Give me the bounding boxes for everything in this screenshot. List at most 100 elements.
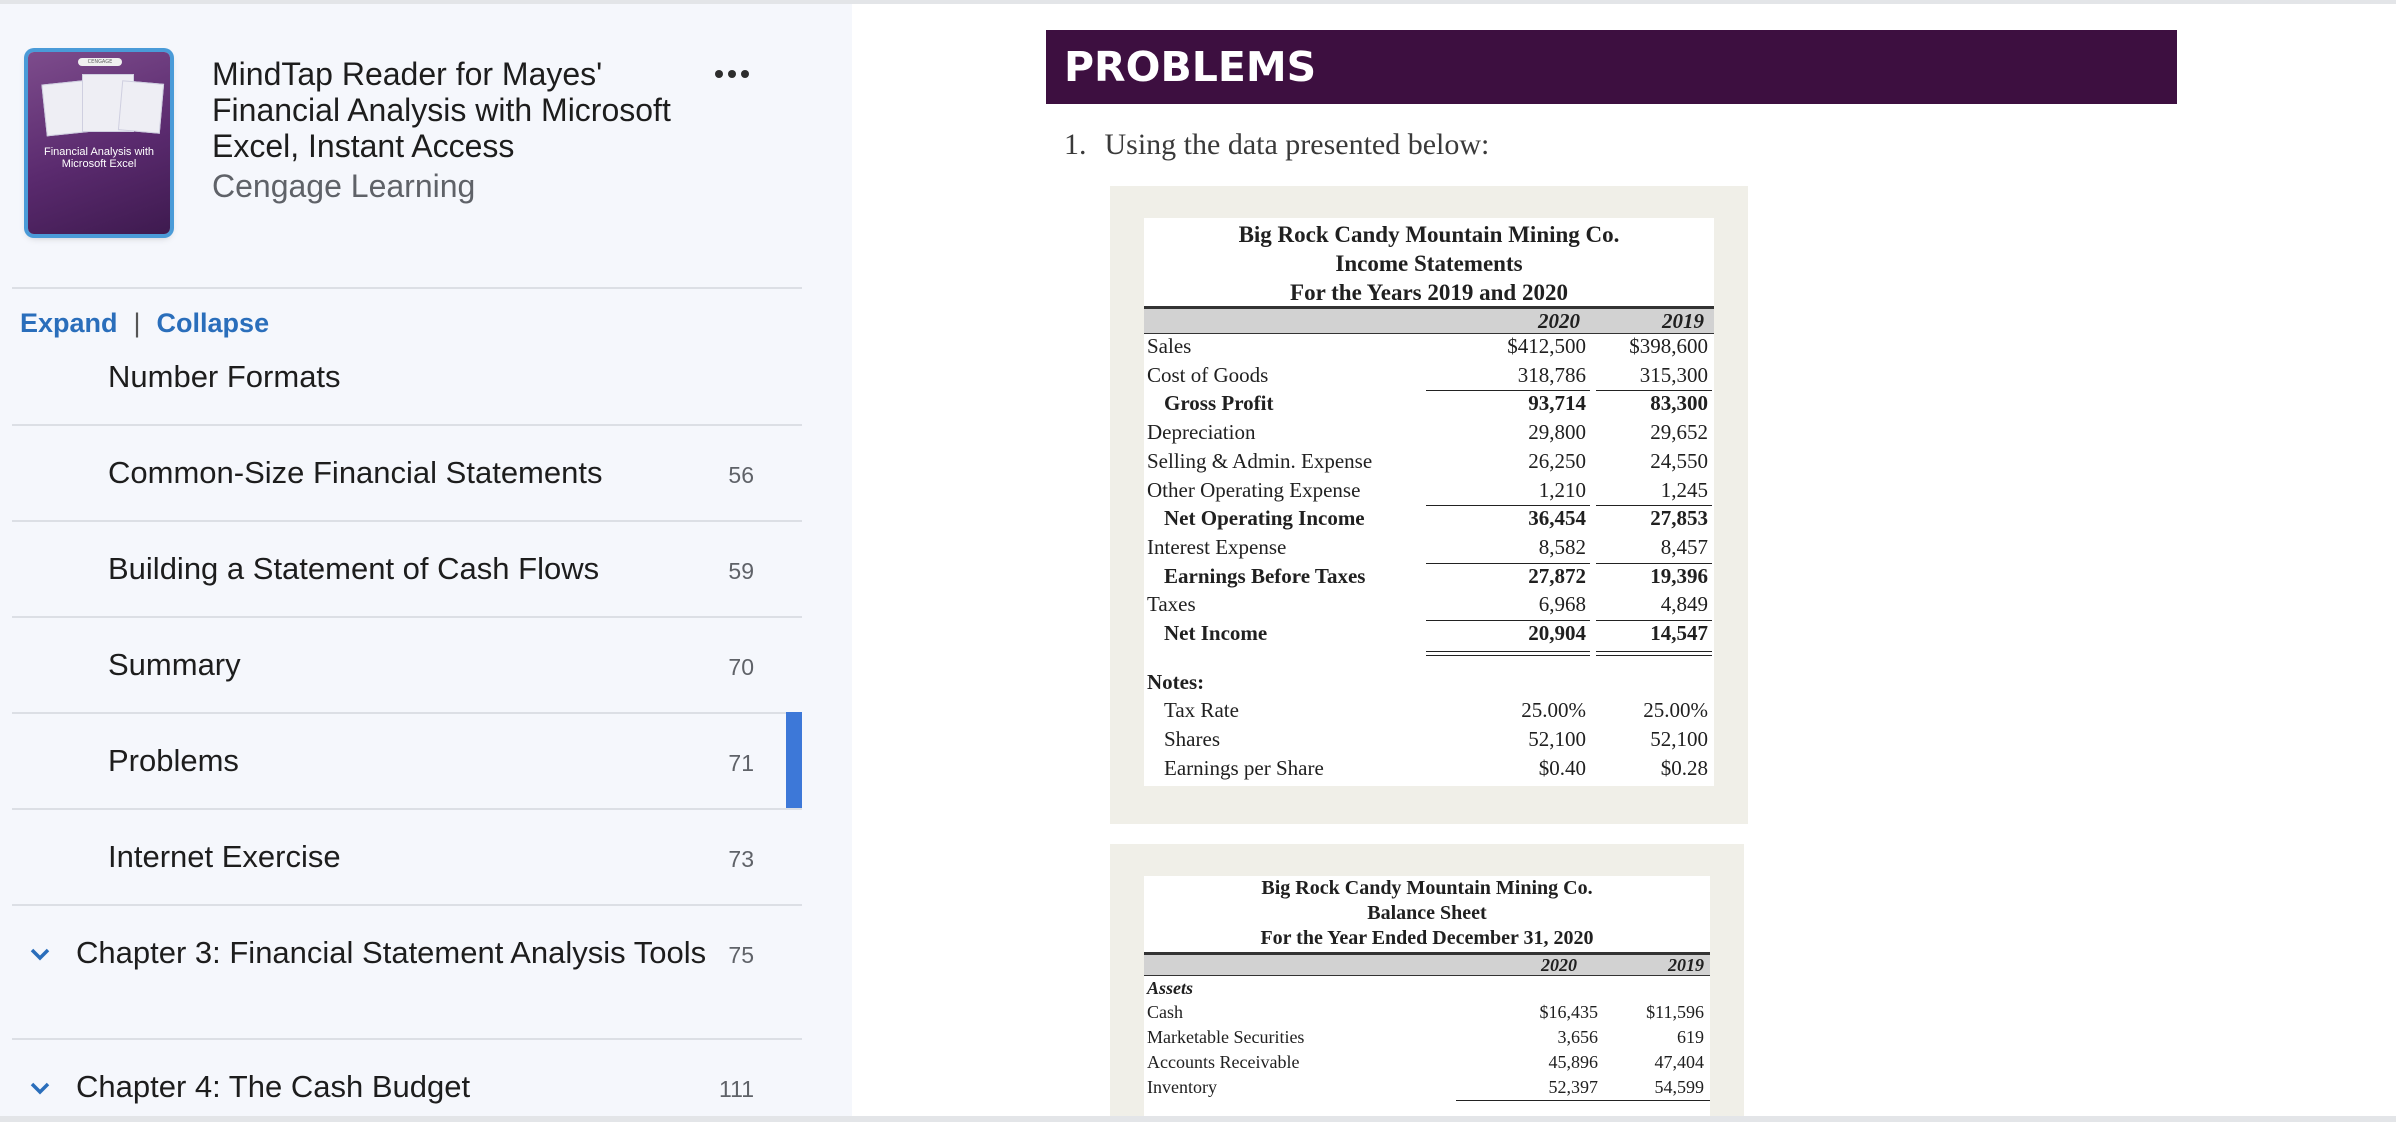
rule-line	[1456, 1100, 1710, 1101]
row-label: Gross Profit	[1164, 391, 1274, 416]
divider	[12, 287, 802, 289]
balance-sheet-table: Big Rock Candy Mountain Mining Co. Balan…	[1144, 876, 1710, 1116]
row-label: Tax Rate	[1164, 698, 1239, 723]
value-2019: 27,853	[1650, 506, 1708, 531]
row-label: Selling & Admin. Expense	[1147, 448, 1373, 473]
rule-line	[1596, 620, 1712, 621]
statement-title: Income Statements	[1335, 251, 1523, 276]
toc-item-cash-flows[interactable]: Building a Statement of Cash Flows 59	[12, 520, 802, 618]
value-2019: 24,550	[1650, 448, 1708, 473]
income-statement-figure: Big Rock Candy Mountain Mining Co. Incom…	[1110, 186, 1748, 824]
rule-line	[1596, 505, 1712, 507]
value-2020: 26,250	[1528, 448, 1586, 473]
value-2020: 52,100	[1528, 727, 1586, 752]
toc-item-page: 70	[728, 654, 754, 680]
row-label: Taxes	[1147, 592, 1196, 617]
column-header: 2020 2019	[1144, 952, 1710, 976]
income-statement-table: Big Rock Candy Mountain Mining Co. Incom…	[1144, 218, 1714, 786]
company-name: Big Rock Candy Mountain Mining Co.	[1238, 222, 1620, 247]
toc-item-page: 59	[728, 558, 754, 584]
value-2020: 8,582	[1538, 534, 1586, 559]
toc-item-chapter-4[interactable]: Chapter 4: The Cash Budget 111	[12, 1038, 802, 1116]
value-2020: $0.40	[1538, 755, 1586, 780]
chevron-down-icon[interactable]	[28, 942, 52, 966]
row-label: Shares	[1164, 727, 1220, 752]
value-2020: $412,500	[1507, 334, 1586, 358]
row-label: Accounts Receivable	[1147, 1052, 1300, 1072]
toc-item-summary[interactable]: Summary 70	[12, 616, 802, 714]
row-label: Earnings Before Taxes	[1164, 563, 1366, 588]
toc-item-internet-exercise[interactable]: Internet Exercise 73	[12, 808, 802, 906]
toc-item-label: Number Formats	[108, 359, 341, 394]
value-2020: 36,454	[1528, 506, 1586, 531]
value-2019: 25.00%	[1643, 698, 1708, 723]
value-2019: 8,457	[1660, 534, 1708, 559]
value-2020: 3,656	[1557, 1027, 1599, 1047]
toc-item-label: Building a Statement of Cash Flows	[108, 551, 600, 586]
value-2020: 93,714	[1528, 391, 1586, 416]
row-label: Cost of Goods	[1147, 362, 1269, 387]
value-2019: 315,300	[1639, 362, 1708, 387]
book-title: MindTap Reader for Mayes' Financial Anal…	[212, 56, 671, 164]
value-2019: $0.28	[1660, 755, 1708, 780]
separator: |	[133, 308, 141, 338]
value-2019: 4,849	[1660, 592, 1708, 617]
value-2019: 619	[1677, 1027, 1704, 1047]
rule-line	[1426, 562, 1590, 564]
expand-link[interactable]: Expand	[20, 308, 118, 339]
row-label: Inventory	[1147, 1077, 1217, 1097]
toc-item-label: Summary	[108, 647, 241, 682]
value-2020: 27,872	[1528, 563, 1586, 588]
double-rule-line	[1426, 650, 1590, 656]
company-name: Big Rock Candy Mountain Mining Co.	[1261, 877, 1593, 899]
dot-icon	[741, 70, 749, 78]
value-2020: $16,435	[1539, 1002, 1599, 1022]
expand-collapse-controls: Expand | Collapse	[20, 308, 269, 339]
row-label: Sales	[1147, 334, 1192, 358]
statement-period: For the Year Ended December 31, 2020	[1260, 927, 1594, 949]
rule-line	[1426, 620, 1590, 621]
value-2020: 29,800	[1528, 420, 1586, 445]
value-2020: 6,968	[1538, 592, 1586, 617]
column-2020: 2020	[1541, 955, 1577, 975]
problem-number: 1.	[1064, 128, 1087, 161]
toc-item-common-size[interactable]: Common-Size Financial Statements 56	[12, 424, 802, 522]
more-options-button[interactable]	[712, 62, 752, 86]
problem-statement: 1. Using the data presented below:	[1064, 128, 1489, 162]
row-label: Net Operating Income	[1164, 506, 1365, 531]
toc-item-page: 73	[728, 846, 754, 872]
active-indicator	[786, 712, 802, 808]
toc-item-page: 71	[728, 750, 754, 776]
toc-item-page: 56	[728, 462, 754, 488]
assets-label: Assets	[1147, 978, 1194, 998]
value-2020: 25.00%	[1521, 698, 1586, 723]
rule-line	[1596, 390, 1712, 392]
toc-sidebar: CENGAGE Financial Analysis with Microsof…	[0, 4, 852, 1116]
balance-sheet-figure: Big Rock Candy Mountain Mining Co. Balan…	[1110, 844, 1744, 1116]
toc-item-number-formats[interactable]: Number Formats	[12, 344, 802, 426]
cover-title: Financial Analysis with Microsoft Excel	[43, 146, 155, 170]
toc-item-problems[interactable]: Problems 71	[12, 712, 802, 810]
book-publisher: Cengage Learning	[212, 168, 476, 204]
value-2019: 83,300	[1650, 391, 1708, 416]
column-2019: 2019	[1662, 309, 1704, 333]
rule-line	[1426, 505, 1590, 507]
chevron-down-icon[interactable]	[28, 1076, 52, 1100]
reader-content: PROBLEMS 1. Using the data presented belo…	[852, 4, 2396, 1116]
notes-label: Notes:	[1147, 669, 1205, 694]
toc-item-label: Common-Size Financial Statements	[108, 455, 603, 490]
toc-item-page: 75	[728, 942, 754, 968]
section-banner: PROBLEMS	[1046, 30, 2177, 104]
value-2019: 52,100	[1650, 727, 1708, 752]
rule-line	[1596, 562, 1712, 564]
row-label: Depreciation	[1147, 420, 1256, 445]
toc-item-chapter-3[interactable]: Chapter 3: Financial Statement Analysis …	[12, 904, 802, 1040]
value-2019: 54,599	[1654, 1077, 1705, 1097]
problem-text: Using the data presented below:	[1104, 128, 1490, 161]
statement-title: Balance Sheet	[1367, 902, 1487, 924]
book-cover-image: CENGAGE Financial Analysis with Microsof…	[28, 52, 170, 234]
collapse-link[interactable]: Collapse	[157, 308, 270, 339]
value-2020: 318,786	[1517, 362, 1586, 387]
balance-sheet-heading: Big Rock Candy Mountain Mining Co. Balan…	[1144, 876, 1710, 951]
row-label: Other Operating Expense	[1147, 477, 1361, 502]
